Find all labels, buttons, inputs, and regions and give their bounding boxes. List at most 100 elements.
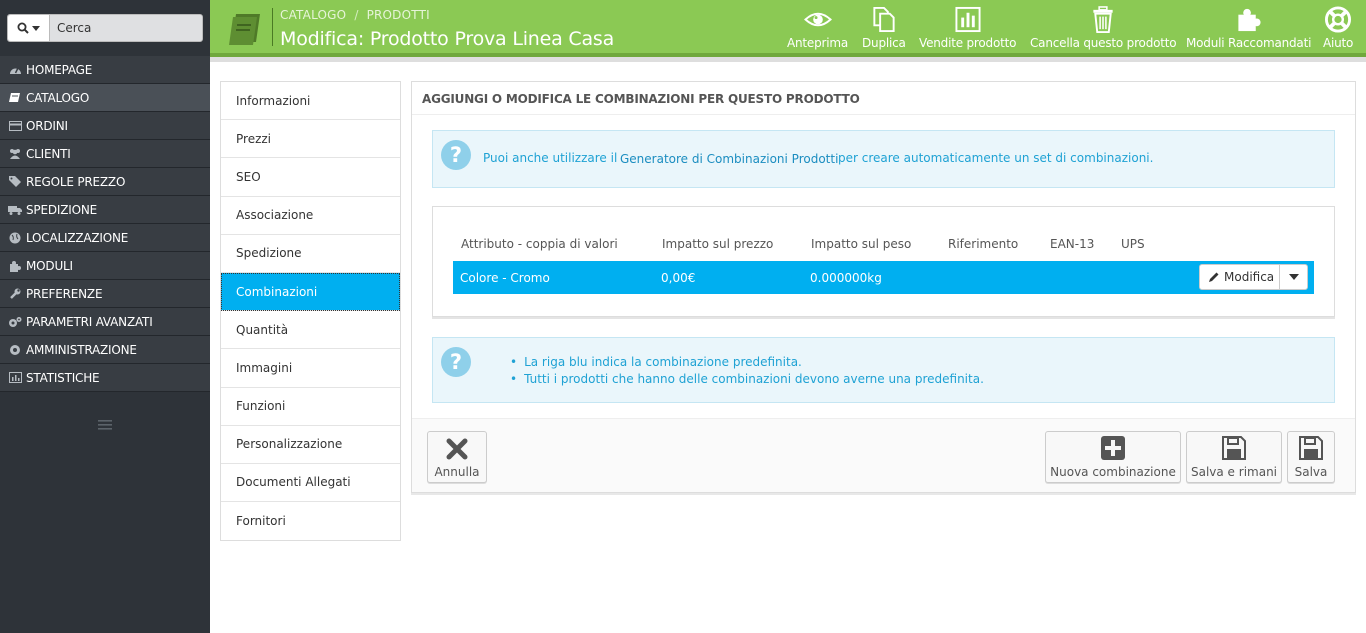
tab-fornitori[interactable]: Fornitori — [221, 502, 400, 540]
sidebar-item-catalogo[interactable]: CATALOGO — [0, 84, 210, 112]
cogs-icon — [8, 316, 22, 328]
table-row-default[interactable]: Colore - Cromo 0,00€ 0.000000kg Modifica — [453, 261, 1314, 294]
menu-collapse-icon[interactable] — [98, 418, 112, 434]
sidebar-item-parametri-avanzati[interactable]: PARAMETRI AVANZATI — [0, 308, 210, 336]
save-and-stay-button[interactable]: Salva e rimani — [1186, 431, 1282, 483]
recommended-modules-button[interactable]: Moduli Raccomandati — [1186, 6, 1311, 50]
sidebar-item-clienti[interactable]: CLIENTI — [0, 140, 210, 168]
eye-icon — [803, 12, 832, 27]
sidebar-item-moduli[interactable]: MODULI — [0, 252, 210, 280]
tab-quantita[interactable]: Quantità — [221, 311, 400, 350]
breadcrumb-separator: / — [354, 8, 359, 22]
sidebar-item-label: PREFERENZE — [26, 286, 103, 301]
tab-immagini[interactable]: Immagini — [221, 349, 400, 388]
sidebar: HOMEPAGE CATALOGO ORDINI CLIENTI REGOLE … — [0, 0, 210, 633]
new-combination-label: Nuova combinazione — [1050, 465, 1176, 479]
hint-text-before: Puoi anche utilizzare il — [483, 151, 618, 165]
plus-square-icon — [1101, 436, 1125, 460]
wrench-icon — [8, 288, 22, 300]
note-item: La riga blu indica la combinazione prede… — [510, 354, 984, 371]
column-header-ups: UPS — [1121, 237, 1145, 251]
panel-footer: Annulla Nuova combinazione Salva e riman… — [412, 418, 1355, 492]
product-tabs: Informazioni Prezzi SEO Associazione Spe… — [220, 81, 401, 542]
search-icon — [17, 22, 29, 34]
cell-attribute: Colore - Cromo — [460, 271, 550, 285]
dashboard-icon — [8, 64, 22, 76]
sidebar-item-label: AMMINISTRAZIONE — [26, 342, 137, 357]
search-input[interactable] — [51, 15, 201, 41]
row-actions-dropdown-toggle[interactable] — [1280, 274, 1307, 280]
tab-documenti-allegati[interactable]: Documenti Allegati — [221, 464, 400, 503]
save-and-stay-label: Salva e rimani — [1190, 465, 1278, 479]
combinations-panel: AGGIUNGI O MODIFICA LE COMBINAZIONI PER … — [411, 81, 1356, 493]
column-header-price-impact: Impatto sul prezzo — [662, 237, 774, 251]
question-icon: ? — [441, 347, 471, 377]
delete-product-button[interactable]: Cancella questo prodotto — [1030, 6, 1177, 50]
generator-hint-alert: ? Puoi anche utilizzare il Generatore di… — [432, 130, 1335, 188]
page-title: Modifica: Prodotto Prova Linea Casa — [280, 28, 615, 50]
sidebar-item-label: CLIENTI — [26, 146, 71, 161]
edit-combination-button[interactable]: Modifica — [1200, 265, 1280, 289]
breadcrumb-item-catalogo[interactable]: CATALOGO — [280, 8, 346, 22]
tab-personalizzazione[interactable]: Personalizzazione — [221, 426, 400, 464]
cancel-button[interactable]: Annulla — [427, 431, 487, 483]
new-combination-button[interactable]: Nuova combinazione — [1045, 431, 1181, 483]
product-sales-button[interactable]: Vendite prodotto — [919, 6, 1016, 50]
tab-associazione[interactable]: Associazione — [221, 197, 400, 235]
search-type-button[interactable] — [8, 15, 50, 41]
help-button[interactable]: Aiuto — [1323, 6, 1353, 50]
tab-prezzi[interactable]: Prezzi — [221, 120, 400, 159]
column-header-reference: Riferimento — [948, 237, 1019, 251]
sidebar-item-homepage[interactable]: HOMEPAGE — [0, 56, 210, 84]
tab-informazioni[interactable]: Informazioni — [221, 82, 400, 121]
truck-icon — [8, 204, 22, 216]
preview-button[interactable]: Anteprima — [787, 6, 848, 50]
tab-seo[interactable]: SEO — [221, 158, 400, 197]
sidebar-item-preferenze[interactable]: PREFERENZE — [0, 280, 210, 308]
sidebar-item-statistiche[interactable]: STATISTICHE — [0, 364, 210, 392]
tab-funzioni[interactable]: Funzioni — [221, 388, 400, 426]
pencil-icon — [1209, 272, 1219, 282]
bar-chart-icon — [8, 372, 22, 384]
question-icon: ? — [441, 140, 471, 170]
floppy-disk-icon — [1299, 436, 1323, 460]
save-button[interactable]: Salva — [1287, 431, 1335, 483]
sidebar-item-amministrazione[interactable]: AMMINISTRAZIONE — [0, 336, 210, 364]
breadcrumb-item-prodotti[interactable]: PRODOTTI — [367, 8, 430, 22]
duplicate-button[interactable]: Duplica — [862, 6, 906, 50]
combination-generator-link[interactable]: Generatore di Combinazioni Prodotti — [620, 152, 838, 166]
floppy-disk-icon — [1222, 436, 1246, 460]
cell-weight-impact: 0.000000kg — [810, 271, 882, 285]
globe-icon — [8, 232, 22, 244]
breadcrumb: CATALOGO / PRODOTTI — [280, 8, 430, 22]
lifebuoy-icon — [1325, 6, 1352, 33]
preview-label: Anteprima — [787, 36, 849, 50]
sidebar-item-localizzazione[interactable]: LOCALIZZAZIONE — [0, 224, 210, 252]
panel-title-divider — [412, 114, 1355, 115]
sidebar-item-ordini[interactable]: ORDINI — [0, 112, 210, 140]
sidebar-item-spedizione[interactable]: SPEDIZIONE — [0, 196, 210, 224]
note-item: Tutti i prodotti che hanno delle combina… — [510, 371, 984, 388]
puzzle-icon — [8, 260, 22, 272]
copy-icon — [873, 6, 895, 33]
sidebar-item-label: STATISTICHE — [26, 370, 100, 385]
combinations-table: Attributo - coppia di valori Impatto sul… — [432, 206, 1335, 317]
cancel-label: Annulla — [434, 465, 480, 479]
caret-down-icon — [32, 25, 40, 31]
sidebar-item-label: HOMEPAGE — [26, 62, 93, 77]
sidebar-item-label: ORDINI — [26, 118, 68, 133]
puzzle-icon — [1238, 8, 1261, 32]
notes-list: La riga blu indica la combinazione prede… — [510, 354, 984, 388]
close-icon — [446, 438, 468, 460]
users-icon — [8, 148, 22, 160]
sidebar-item-regole-prezzo[interactable]: REGOLE PREZZO — [0, 168, 210, 196]
sidebar-item-label: LOCALIZZAZIONE — [26, 230, 129, 245]
page-header: CATALOGO / PRODOTTI Modifica: Prodotto Pro… — [210, 0, 1366, 53]
save-label: Salva — [1294, 465, 1328, 479]
panel-title: AGGIUNGI O MODIFICA LE COMBINAZIONI PER … — [422, 92, 860, 106]
cog-icon — [8, 344, 22, 356]
sidebar-item-label: CATALOGO — [26, 90, 90, 105]
default-combination-alert: ? La riga blu indica la combinazione pre… — [432, 337, 1335, 403]
tab-spedizione[interactable]: Spedizione — [221, 235, 400, 273]
tab-combinazioni[interactable]: Combinazioni — [221, 272, 400, 312]
